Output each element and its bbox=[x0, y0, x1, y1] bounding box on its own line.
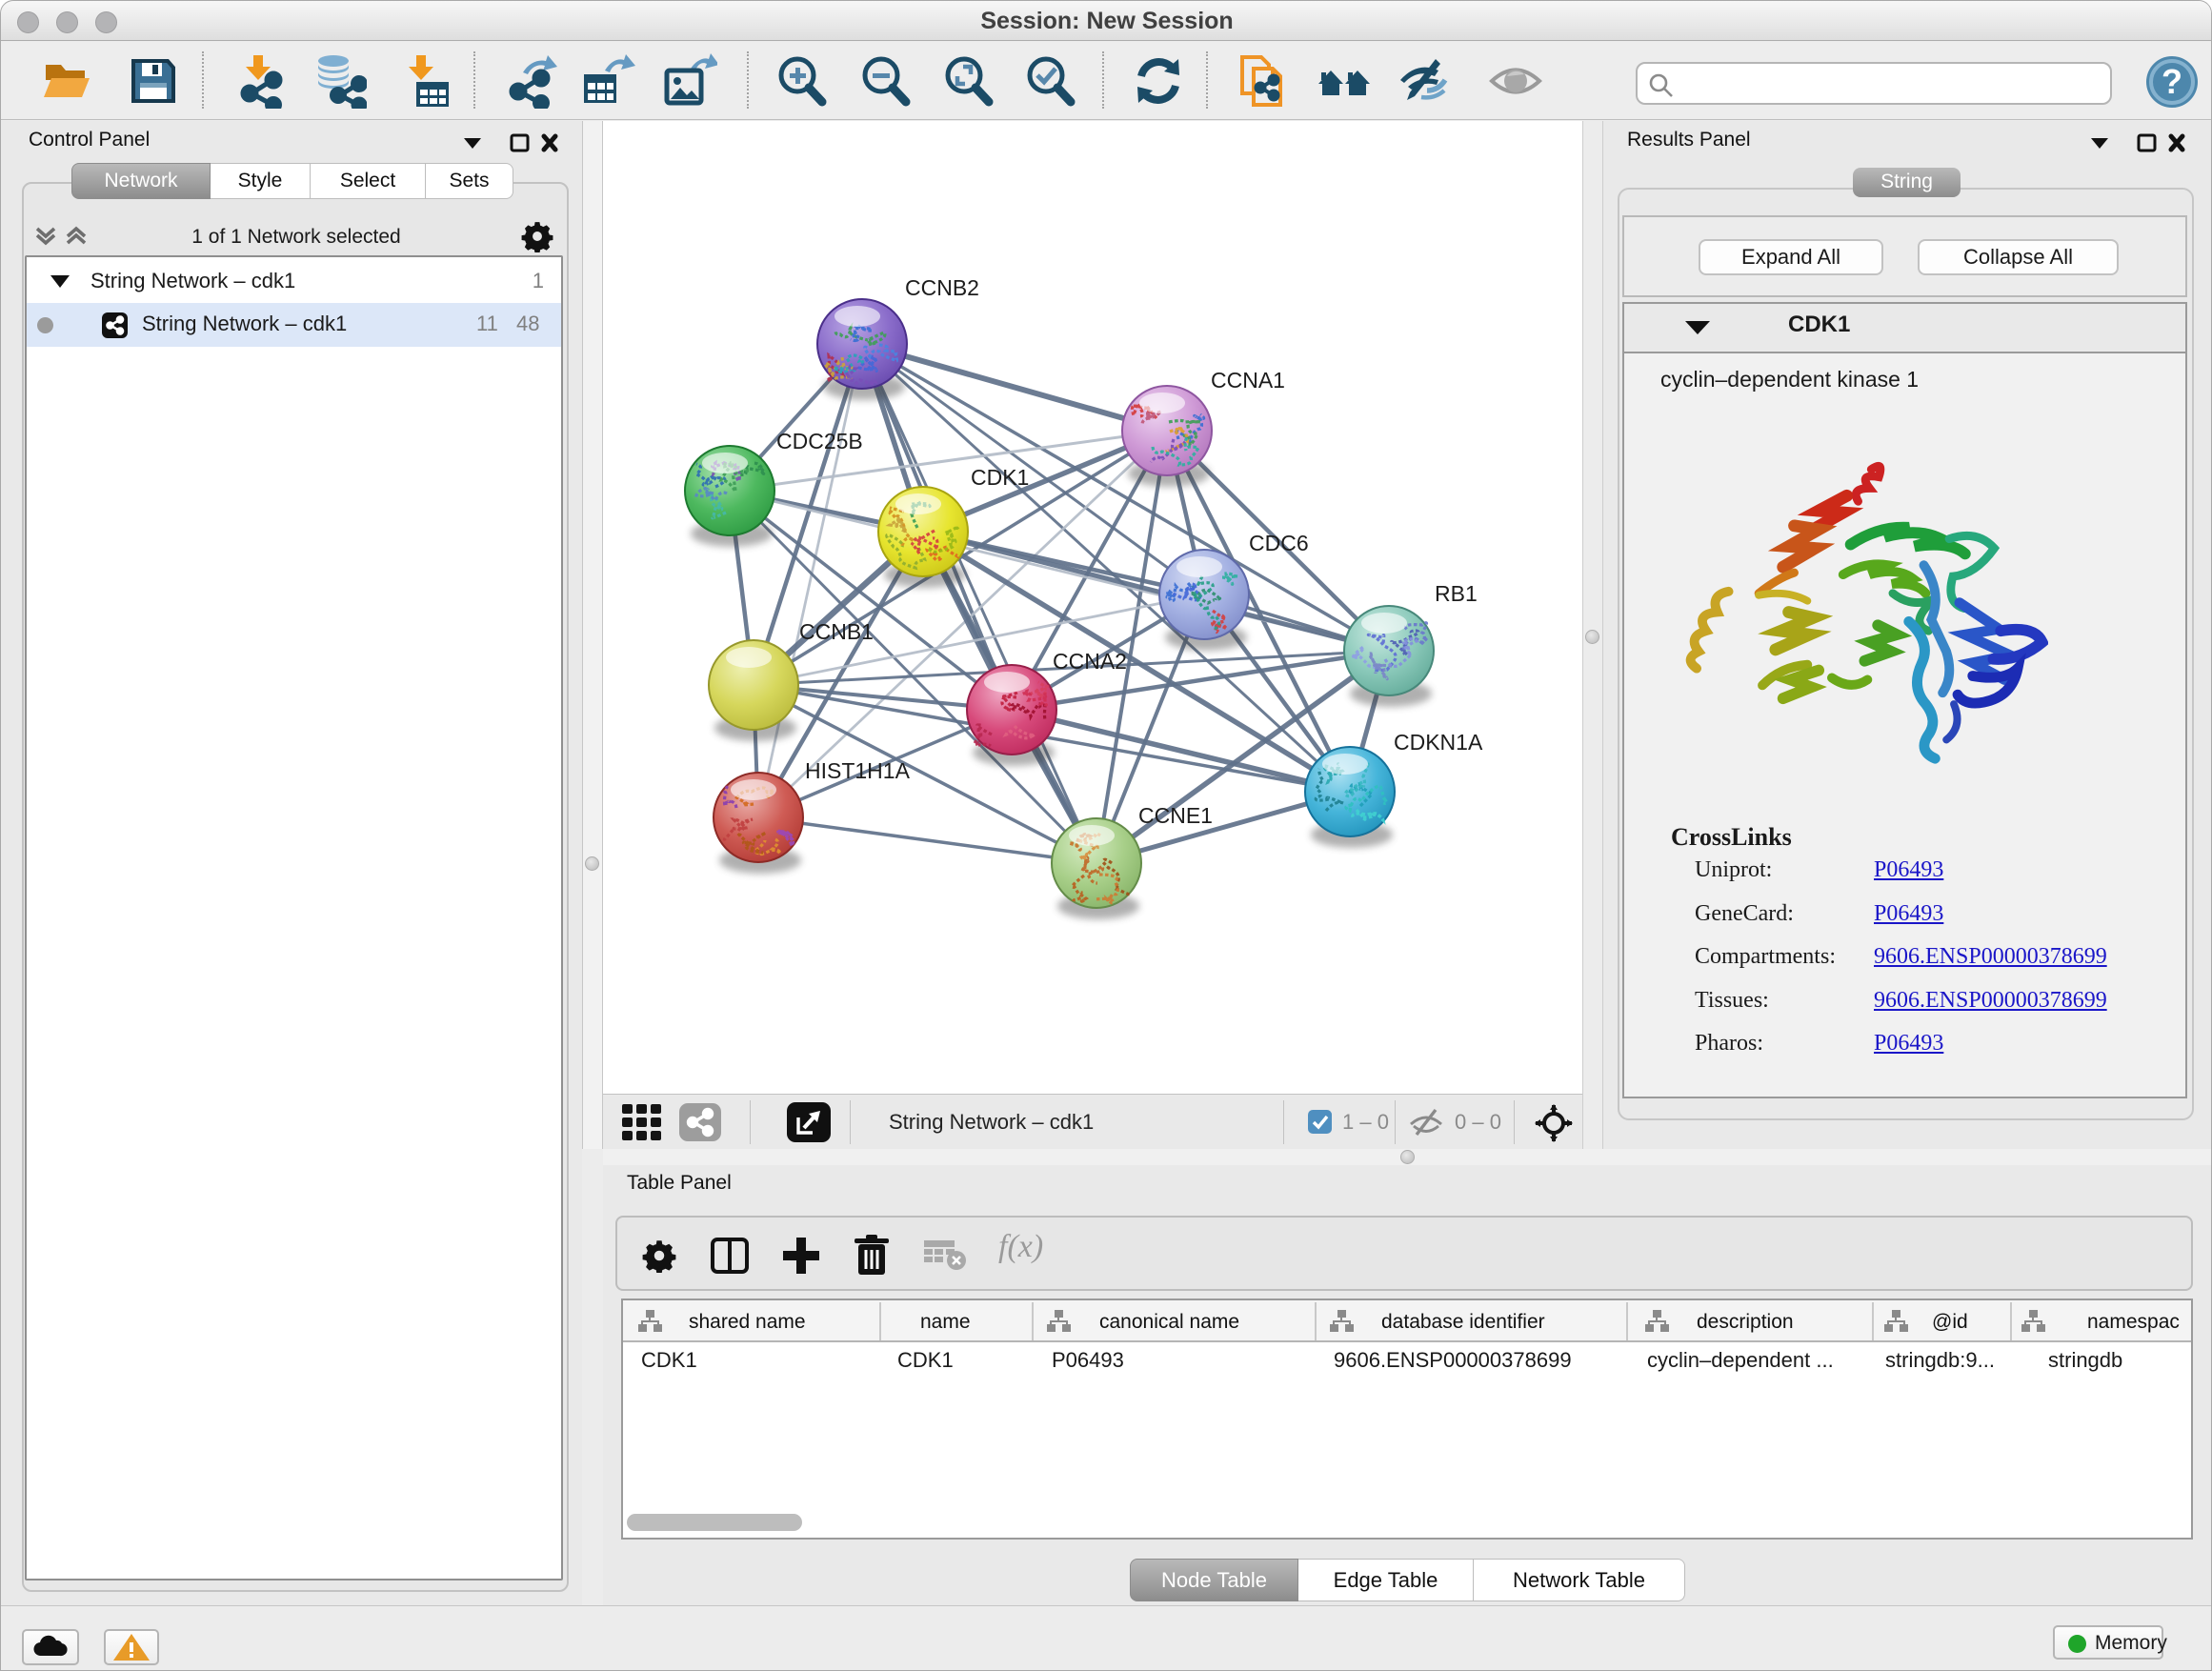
svg-text:shared name: shared name bbox=[689, 1311, 806, 1333]
svg-text:CDC25B: CDC25B bbox=[776, 429, 863, 453]
svg-text:CCNB2: CCNB2 bbox=[905, 275, 979, 300]
svg-text:namespac: namespac bbox=[2087, 1311, 2180, 1333]
svg-text:@id: @id bbox=[1932, 1311, 1968, 1333]
svg-text:CCNA1: CCNA1 bbox=[1211, 368, 1285, 393]
svg-text:CCNB1: CCNB1 bbox=[799, 619, 874, 644]
svg-text:description: description bbox=[1697, 1311, 1794, 1333]
svg-text:CCNE1: CCNE1 bbox=[1138, 803, 1213, 828]
svg-text:name: name bbox=[920, 1311, 971, 1333]
svg-text:canonical name: canonical name bbox=[1099, 1311, 1239, 1333]
svg-text:CDKN1A: CDKN1A bbox=[1394, 730, 1483, 755]
svg-text:HIST1H1A: HIST1H1A bbox=[805, 758, 911, 783]
svg-text:database identifier: database identifier bbox=[1381, 1311, 1545, 1333]
svg-text:CCNA2: CCNA2 bbox=[1053, 649, 1127, 674]
svg-text:CDC6: CDC6 bbox=[1249, 531, 1309, 555]
svg-text:RB1: RB1 bbox=[1435, 581, 1478, 606]
svg-text:CDK1: CDK1 bbox=[971, 465, 1029, 490]
svg-text:?: ? bbox=[2162, 62, 2182, 101]
